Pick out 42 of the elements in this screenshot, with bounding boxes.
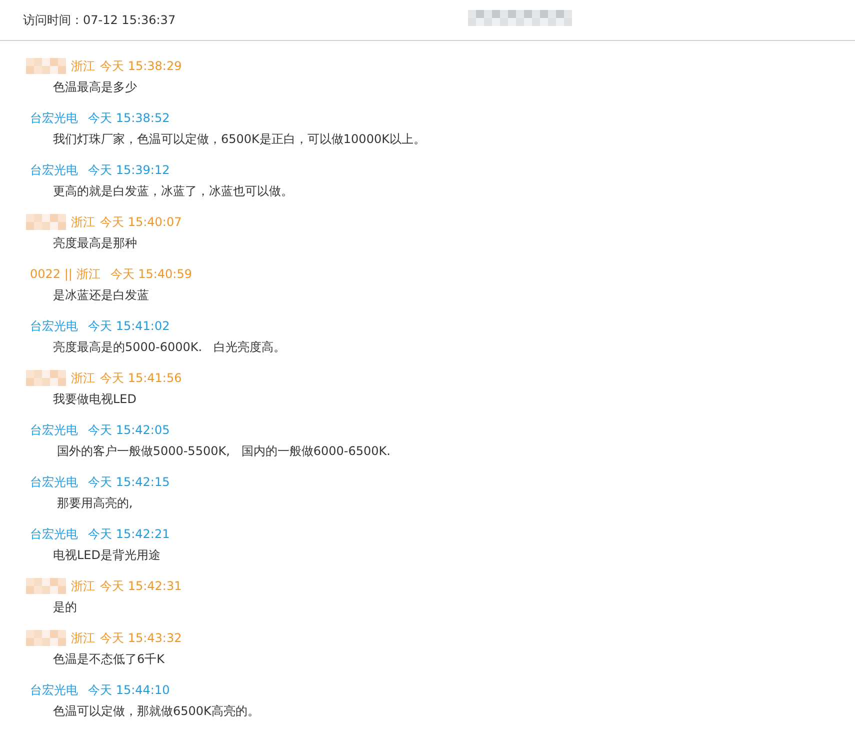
- message-text: 亮度最高是的5000-6000K. 白光亮度高。: [52, 339, 287, 356]
- visit-time-label: 访问时间：: [23, 12, 83, 28]
- sender-name: 台宏光电: [30, 110, 78, 126]
- sender-name: 浙江: [71, 58, 95, 74]
- message-text: 我要做电视LED: [52, 391, 138, 408]
- sender-name: 台宏光电: [30, 526, 78, 542]
- message-time: 今天 15:39:12: [88, 162, 170, 178]
- message-time: 今天 15:42:15: [88, 474, 170, 490]
- message-time: 今天 15:42:21: [88, 526, 170, 542]
- message-text: 是的: [52, 599, 78, 616]
- message-time: 今天 15:42:31: [100, 578, 182, 594]
- message-time: 今天 15:40:59: [110, 266, 192, 282]
- message-text: 色温最高是多少: [52, 79, 138, 96]
- visit-time: 07-12 15:36:37: [83, 13, 176, 27]
- sender-name: 台宏光电: [30, 162, 78, 178]
- message-time: 今天 15:41:02: [88, 318, 170, 334]
- message-time: 今天 15:38:52: [88, 110, 170, 126]
- sender-name: 浙江: [71, 578, 95, 594]
- message-time: 今天 15:38:29: [100, 58, 182, 74]
- message-time: 今天 15:40:07: [100, 214, 182, 230]
- message-text: 更高的就是白发蓝，冰蓝了，冰蓝也可以做。: [52, 183, 294, 200]
- mosaic-icon: [468, 10, 572, 26]
- sender-name: 浙江: [71, 214, 95, 230]
- message-time: 今天 15:41:56: [100, 370, 182, 386]
- message-text: 色温是不态低了6千K: [52, 651, 166, 668]
- message-time: 今天 15:42:05: [88, 422, 170, 438]
- sender-name: 台宏光电: [30, 682, 78, 698]
- sender-name: 0022 || 浙江: [30, 266, 100, 282]
- message-text: 国外的客户一般做5000-5500K, 国内的一般做6000-6500K.: [56, 443, 392, 460]
- message-time: 今天 15:43:32: [100, 630, 182, 646]
- sender-name: 台宏光电: [30, 474, 78, 490]
- sender-name: 台宏光电: [30, 422, 78, 438]
- message-time: 今天 15:44:10: [88, 682, 170, 698]
- sender-name: 台宏光电: [30, 318, 78, 334]
- sender-name: 浙江: [71, 370, 95, 386]
- message-text: 我们灯珠厂家，色温可以定做，6500K是正白，可以做10000K以上。: [52, 131, 426, 148]
- sender-name: 浙江: [71, 630, 95, 646]
- message-text: 是冰蓝还是白发蓝: [52, 287, 150, 304]
- message-text: 色温可以定做，那就做6500K高亮的。: [52, 703, 260, 720]
- message-text: 电视LED是背光用途: [52, 547, 162, 564]
- message-text: 那要用高亮的,: [56, 495, 134, 512]
- message-text: 亮度最高是那种: [52, 235, 138, 252]
